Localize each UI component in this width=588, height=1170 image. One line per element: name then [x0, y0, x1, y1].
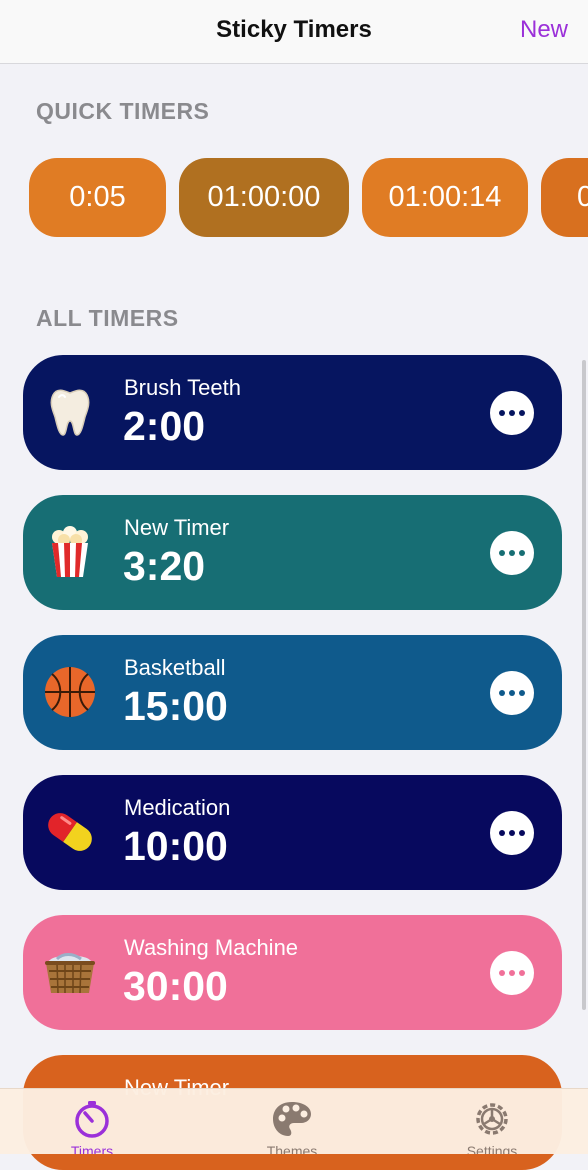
- quick-timers-header: QUICK TIMERS: [36, 98, 210, 124]
- more-options-button[interactable]: [490, 951, 534, 995]
- pill-icon: [43, 805, 97, 859]
- navigation-bar: Sticky Timers New: [0, 0, 588, 64]
- timer-duration: 10:00: [123, 823, 228, 869]
- more-options-button[interactable]: [490, 811, 534, 855]
- quick-timer-chip[interactable]: 0: [541, 158, 588, 237]
- timer-name: Basketball: [124, 655, 226, 680]
- timer-card[interactable]: Brush Teeth 2:00: [23, 355, 562, 470]
- timer-name: New Timer: [124, 515, 230, 540]
- quick-timer-chip[interactable]: 01:00:14: [362, 158, 528, 237]
- tab-timers[interactable]: Timers: [32, 1099, 152, 1154]
- scrollbar[interactable]: [582, 360, 586, 1010]
- stopwatch-icon: [75, 1101, 109, 1138]
- tooth-icon: [43, 385, 97, 439]
- timer-name: Washing Machine: [124, 935, 299, 960]
- timer-name: Brush Teeth: [124, 375, 242, 400]
- quick-timers-strip[interactable]: 0:05 01:00:00 01:00:14 0: [0, 157, 588, 239]
- basketball-icon: [43, 665, 97, 719]
- all-timers-header: ALL TIMERS: [36, 305, 179, 331]
- tab-label: Settings: [466, 1143, 518, 1154]
- more-options-button[interactable]: [490, 531, 534, 575]
- tab-themes[interactable]: Themes: [232, 1099, 352, 1154]
- quick-timer-chip[interactable]: 01:00:00: [179, 158, 349, 237]
- timer-duration: 30:00: [123, 963, 228, 1009]
- timer-name: Medication: [124, 795, 231, 820]
- gear-icon: [476, 1103, 508, 1135]
- page-title: Sticky Timers: [216, 16, 372, 43]
- popcorn-icon: [43, 525, 97, 579]
- laundry-basket-icon: [43, 945, 97, 999]
- timer-card[interactable]: Washing Machine 30:00: [23, 915, 562, 1030]
- more-options-button[interactable]: [490, 671, 534, 715]
- quick-timer-chip[interactable]: 0:05: [29, 158, 166, 237]
- timer-card[interactable]: Medication 10:00: [23, 775, 562, 890]
- timer-card[interactable]: Basketball 15:00: [23, 635, 562, 750]
- tab-label: Themes: [266, 1143, 318, 1154]
- tab-settings[interactable]: Settings: [432, 1099, 552, 1154]
- timer-duration: 3:20: [123, 543, 206, 589]
- palette-icon: [273, 1102, 311, 1136]
- timer-card[interactable]: New Timer 3:20: [23, 495, 562, 610]
- new-timer-button[interactable]: New: [520, 16, 568, 44]
- tab-bar: Timers Themes Settings: [0, 1088, 588, 1154]
- timer-duration: 2:00: [123, 403, 206, 449]
- tab-label: Timers: [70, 1143, 114, 1154]
- timer-duration: 15:00: [123, 683, 228, 729]
- more-options-button[interactable]: [490, 391, 534, 435]
